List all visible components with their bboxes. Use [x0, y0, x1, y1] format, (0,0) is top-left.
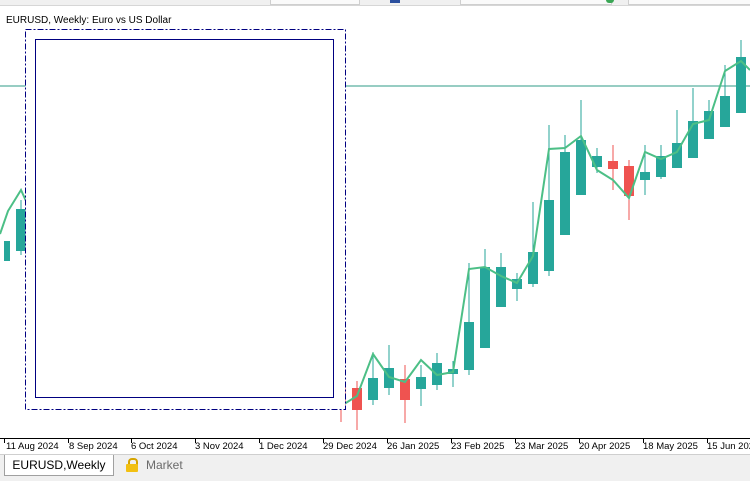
candle [480, 267, 490, 348]
x-axis: 11 Aug 2024 8 Sep 2024 6 Oct 2024 3 Nov … [0, 438, 750, 455]
x-axis-label: 20 Apr 2025 [579, 441, 631, 452]
chart-title: EURUSD, Weekly: Euro vs US Dollar [6, 15, 172, 26]
candle [720, 96, 730, 127]
ma-line-right [319, 59, 750, 408]
candle [640, 172, 650, 180]
x-axis-label: 29 Dec 2024 [323, 441, 377, 452]
candle [704, 111, 714, 139]
candle [16, 209, 26, 251]
candle [368, 378, 378, 400]
x-axis-label: 11 Aug 2024 [6, 441, 59, 452]
candle [576, 140, 586, 195]
toolbar-icon[interactable] [606, 0, 614, 3]
lock-icon [126, 458, 138, 472]
x-axis-label: 23 Mar 2025 [515, 441, 569, 452]
selection-rectangle-inner[interactable] [35, 39, 334, 398]
tab-eurusd-weekly[interactable]: EURUSD,Weekly [4, 455, 114, 476]
price-chart[interactable] [0, 5, 750, 438]
x-axis-label: 26 Jan 2025 [387, 441, 440, 452]
x-axis-label: 23 Feb 2025 [451, 441, 505, 452]
tab-label: Market [146, 458, 183, 472]
tab-label: EURUSD,Weekly [12, 458, 106, 472]
tab-market[interactable]: Market [126, 455, 183, 475]
x-axis-label: 8 Sep 2024 [69, 441, 118, 452]
candle [624, 166, 634, 196]
x-axis-label: 15 Jun 2025 [707, 441, 750, 452]
toolbar-icon[interactable] [390, 0, 400, 3]
x-axis-label: 3 Nov 2024 [195, 441, 244, 452]
x-axis-label: 6 Oct 2024 [131, 441, 178, 452]
candle [688, 121, 698, 158]
chart-tabs-bar: EURUSD,Weekly Market [0, 454, 750, 481]
chart-area[interactable]: EURUSD, Weekly: Euro vs US Dollar [0, 5, 750, 438]
x-axis-label: 18 May 2025 [643, 441, 698, 452]
candle [608, 161, 618, 169]
candle [416, 377, 426, 389]
candle [544, 200, 554, 271]
x-axis-label: 1 Dec 2024 [259, 441, 308, 452]
candles-left [4, 200, 26, 261]
candle [464, 322, 474, 370]
candles-right [336, 40, 746, 430]
candle [560, 152, 570, 235]
candle [4, 241, 10, 261]
